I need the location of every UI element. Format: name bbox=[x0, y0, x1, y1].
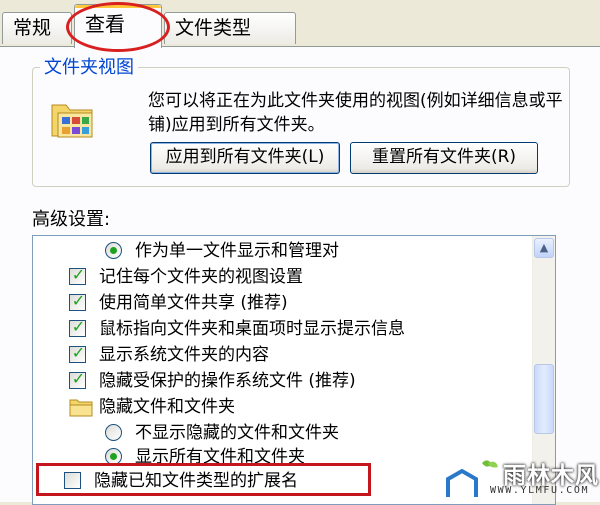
radio-button[interactable] bbox=[105, 242, 122, 259]
view-tab-panel: 文件夹视图 您可以将正在为此文件夹使用的视图(例如详细信息或平铺)应用到所有文件… bbox=[0, 46, 600, 505]
check-mark-icon: ✓ bbox=[71, 369, 86, 388]
checkbox[interactable]: ✓ bbox=[69, 265, 86, 285]
checkbox[interactable]: ✓ bbox=[69, 343, 86, 363]
scroll-up-arrow-icon[interactable]: ▲ bbox=[534, 238, 554, 258]
tab-file-types[interactable]: 文件类型 bbox=[164, 12, 296, 44]
reset-all-folders-button[interactable]: 重置所有文件夹(R) bbox=[350, 142, 538, 174]
checkbox[interactable]: ✓ bbox=[69, 369, 86, 389]
folder-views-description: 您可以将正在为此文件夹使用的视图(例如详细信息或平铺)应用到所有文件夹。 bbox=[148, 91, 563, 135]
red-circle-annotation bbox=[66, 2, 170, 52]
folder-views-title: 文件夹视图 bbox=[40, 57, 138, 79]
red-box-annotation bbox=[36, 463, 371, 496]
radio-button[interactable] bbox=[105, 424, 122, 441]
checkbox[interactable]: ✓ bbox=[69, 291, 86, 311]
apply-to-all-folders-button[interactable]: 应用到所有文件夹(L) bbox=[150, 142, 340, 174]
check-mark-icon: ✓ bbox=[71, 291, 86, 310]
advanced-settings-label: 高级设置: bbox=[32, 209, 111, 230]
scrollbar-thumb[interactable] bbox=[534, 364, 554, 434]
check-mark-icon: ✓ bbox=[71, 317, 86, 336]
folder-icon bbox=[69, 399, 93, 417]
tab-general[interactable]: 常规 bbox=[2, 12, 72, 44]
watermark-url: WWW.YLMFU.COM bbox=[490, 485, 590, 496]
check-mark-icon: ✓ bbox=[71, 265, 86, 284]
folder-views-icon bbox=[51, 104, 93, 138]
tab-strip: 常规 查看 文件类型 bbox=[0, 0, 600, 52]
checkbox[interactable]: ✓ bbox=[69, 317, 86, 337]
check-mark-icon: ✓ bbox=[71, 343, 86, 362]
